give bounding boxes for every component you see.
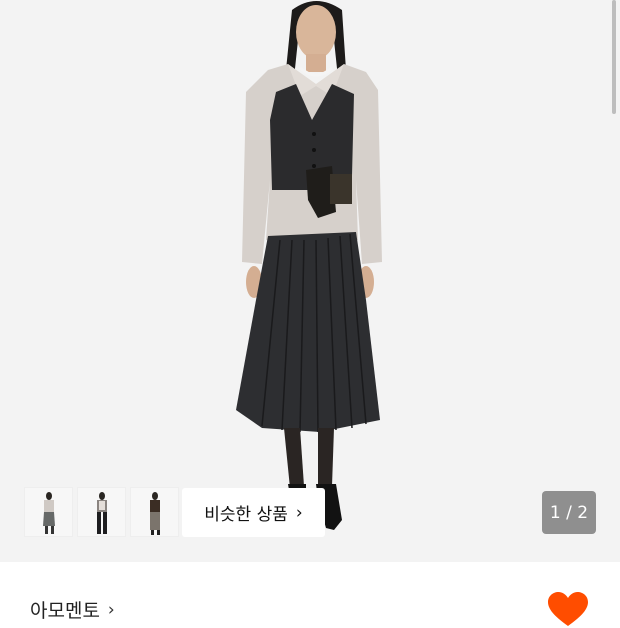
thumbnail-3[interactable] — [130, 487, 179, 537]
product-main-image — [236, 1, 382, 530]
product-image-gallery[interactable]: 비슷한 상품 › 1 / 2 — [0, 0, 620, 562]
brand-link[interactable]: 아모멘토 › — [30, 596, 115, 623]
scroll-indicator — [612, 0, 616, 114]
brand-name: 아모멘토 — [30, 600, 100, 622]
chevron-right-icon: › — [107, 599, 115, 620]
similar-products-button[interactable]: 비슷한 상품 › — [182, 488, 325, 537]
thumbnail-strip — [24, 487, 179, 537]
heart-icon[interactable] — [548, 592, 588, 628]
thumbnail-2[interactable] — [77, 487, 126, 537]
chevron-right-icon: › — [295, 502, 303, 523]
image-page-counter: 1 / 2 — [542, 491, 596, 534]
similar-products-label: 비슷한 상품 — [204, 505, 288, 525]
product-brand-row: 아모멘토 › — [0, 562, 620, 626]
thumbnail-1[interactable] — [24, 487, 73, 537]
